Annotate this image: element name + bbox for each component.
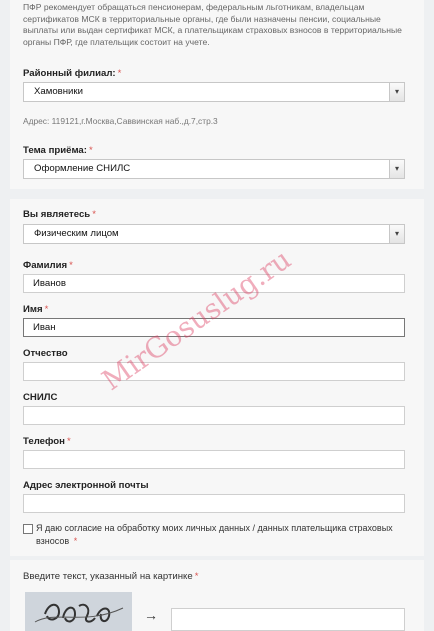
surname-input[interactable]: Иванов [23,274,405,293]
required-mark: * [92,209,96,220]
branch-address: Адрес: 119121,г.Москва,Саввинская наб.,д… [23,116,218,126]
captcha-label: Введите текст, указанный на картинке * [23,571,198,582]
email-input[interactable] [23,494,405,513]
name-label: Имя * [23,304,48,315]
phone-label: Телефон * [23,436,71,447]
patronymic-input[interactable] [23,362,405,381]
chevron-down-icon[interactable]: ▾ [389,160,404,178]
captcha-input[interactable] [171,608,405,631]
surname-label-text: Фамилия [23,260,68,271]
branch-select[interactable]: Хамовники ▾ [23,82,405,102]
name-label-text: Имя [23,304,43,315]
chevron-down-icon[interactable]: ▾ [389,83,404,101]
surname-label: Фамилия * [23,260,73,271]
chevron-down-icon[interactable]: ▾ [389,225,404,243]
email-label: Адрес электронной почты [23,480,149,491]
required-mark: * [117,68,122,79]
person-type-select-value: Физическим лицом [34,228,119,239]
consent-label: Я даю согласие на обработку моих личных … [23,522,408,548]
topic-label-text: Тема приёма: [23,145,87,156]
snils-input[interactable] [23,406,405,425]
snils-label: СНИЛС [23,392,58,403]
phone-input[interactable] [23,450,405,469]
branch-label-text: Районный филиал: [23,68,116,79]
person-type-label-text: Вы являетесь [23,209,91,220]
topic-select[interactable]: Оформление СНИЛС ▾ [23,159,405,179]
person-type-label: Вы являетесь * [23,209,96,220]
captcha-image [25,592,132,631]
topic-label: Тема приёма: * [23,145,93,156]
required-mark: * [44,304,49,315]
topic-select-value: Оформление СНИЛС [34,163,131,174]
required-mark: * [194,571,199,582]
arrow-right-icon: → [144,607,158,623]
name-input[interactable]: Иван [23,318,405,337]
patronymic-label: Отчество [23,348,68,359]
branch-label: Районный филиал: * [23,68,121,79]
required-mark: * [73,536,78,546]
required-mark: * [69,260,73,271]
captcha-glyphs [25,592,132,631]
consent-text: Я даю согласие на обработку моих личных … [36,523,393,546]
branch-select-value: Хамовники [34,86,83,97]
person-type-select[interactable]: Физическим лицом ▾ [23,224,405,244]
intro-text: ПФР рекомендует обращаться пенсионерам, … [23,2,402,47]
consent-row[interactable]: Я даю согласие на обработку моих личных … [23,522,408,548]
captcha-label-text: Введите текст, указанный на картинке [23,571,193,582]
consent-checkbox[interactable] [23,524,33,534]
required-mark: * [88,145,93,156]
required-mark: * [66,436,71,447]
phone-label-text: Телефон [23,436,65,447]
